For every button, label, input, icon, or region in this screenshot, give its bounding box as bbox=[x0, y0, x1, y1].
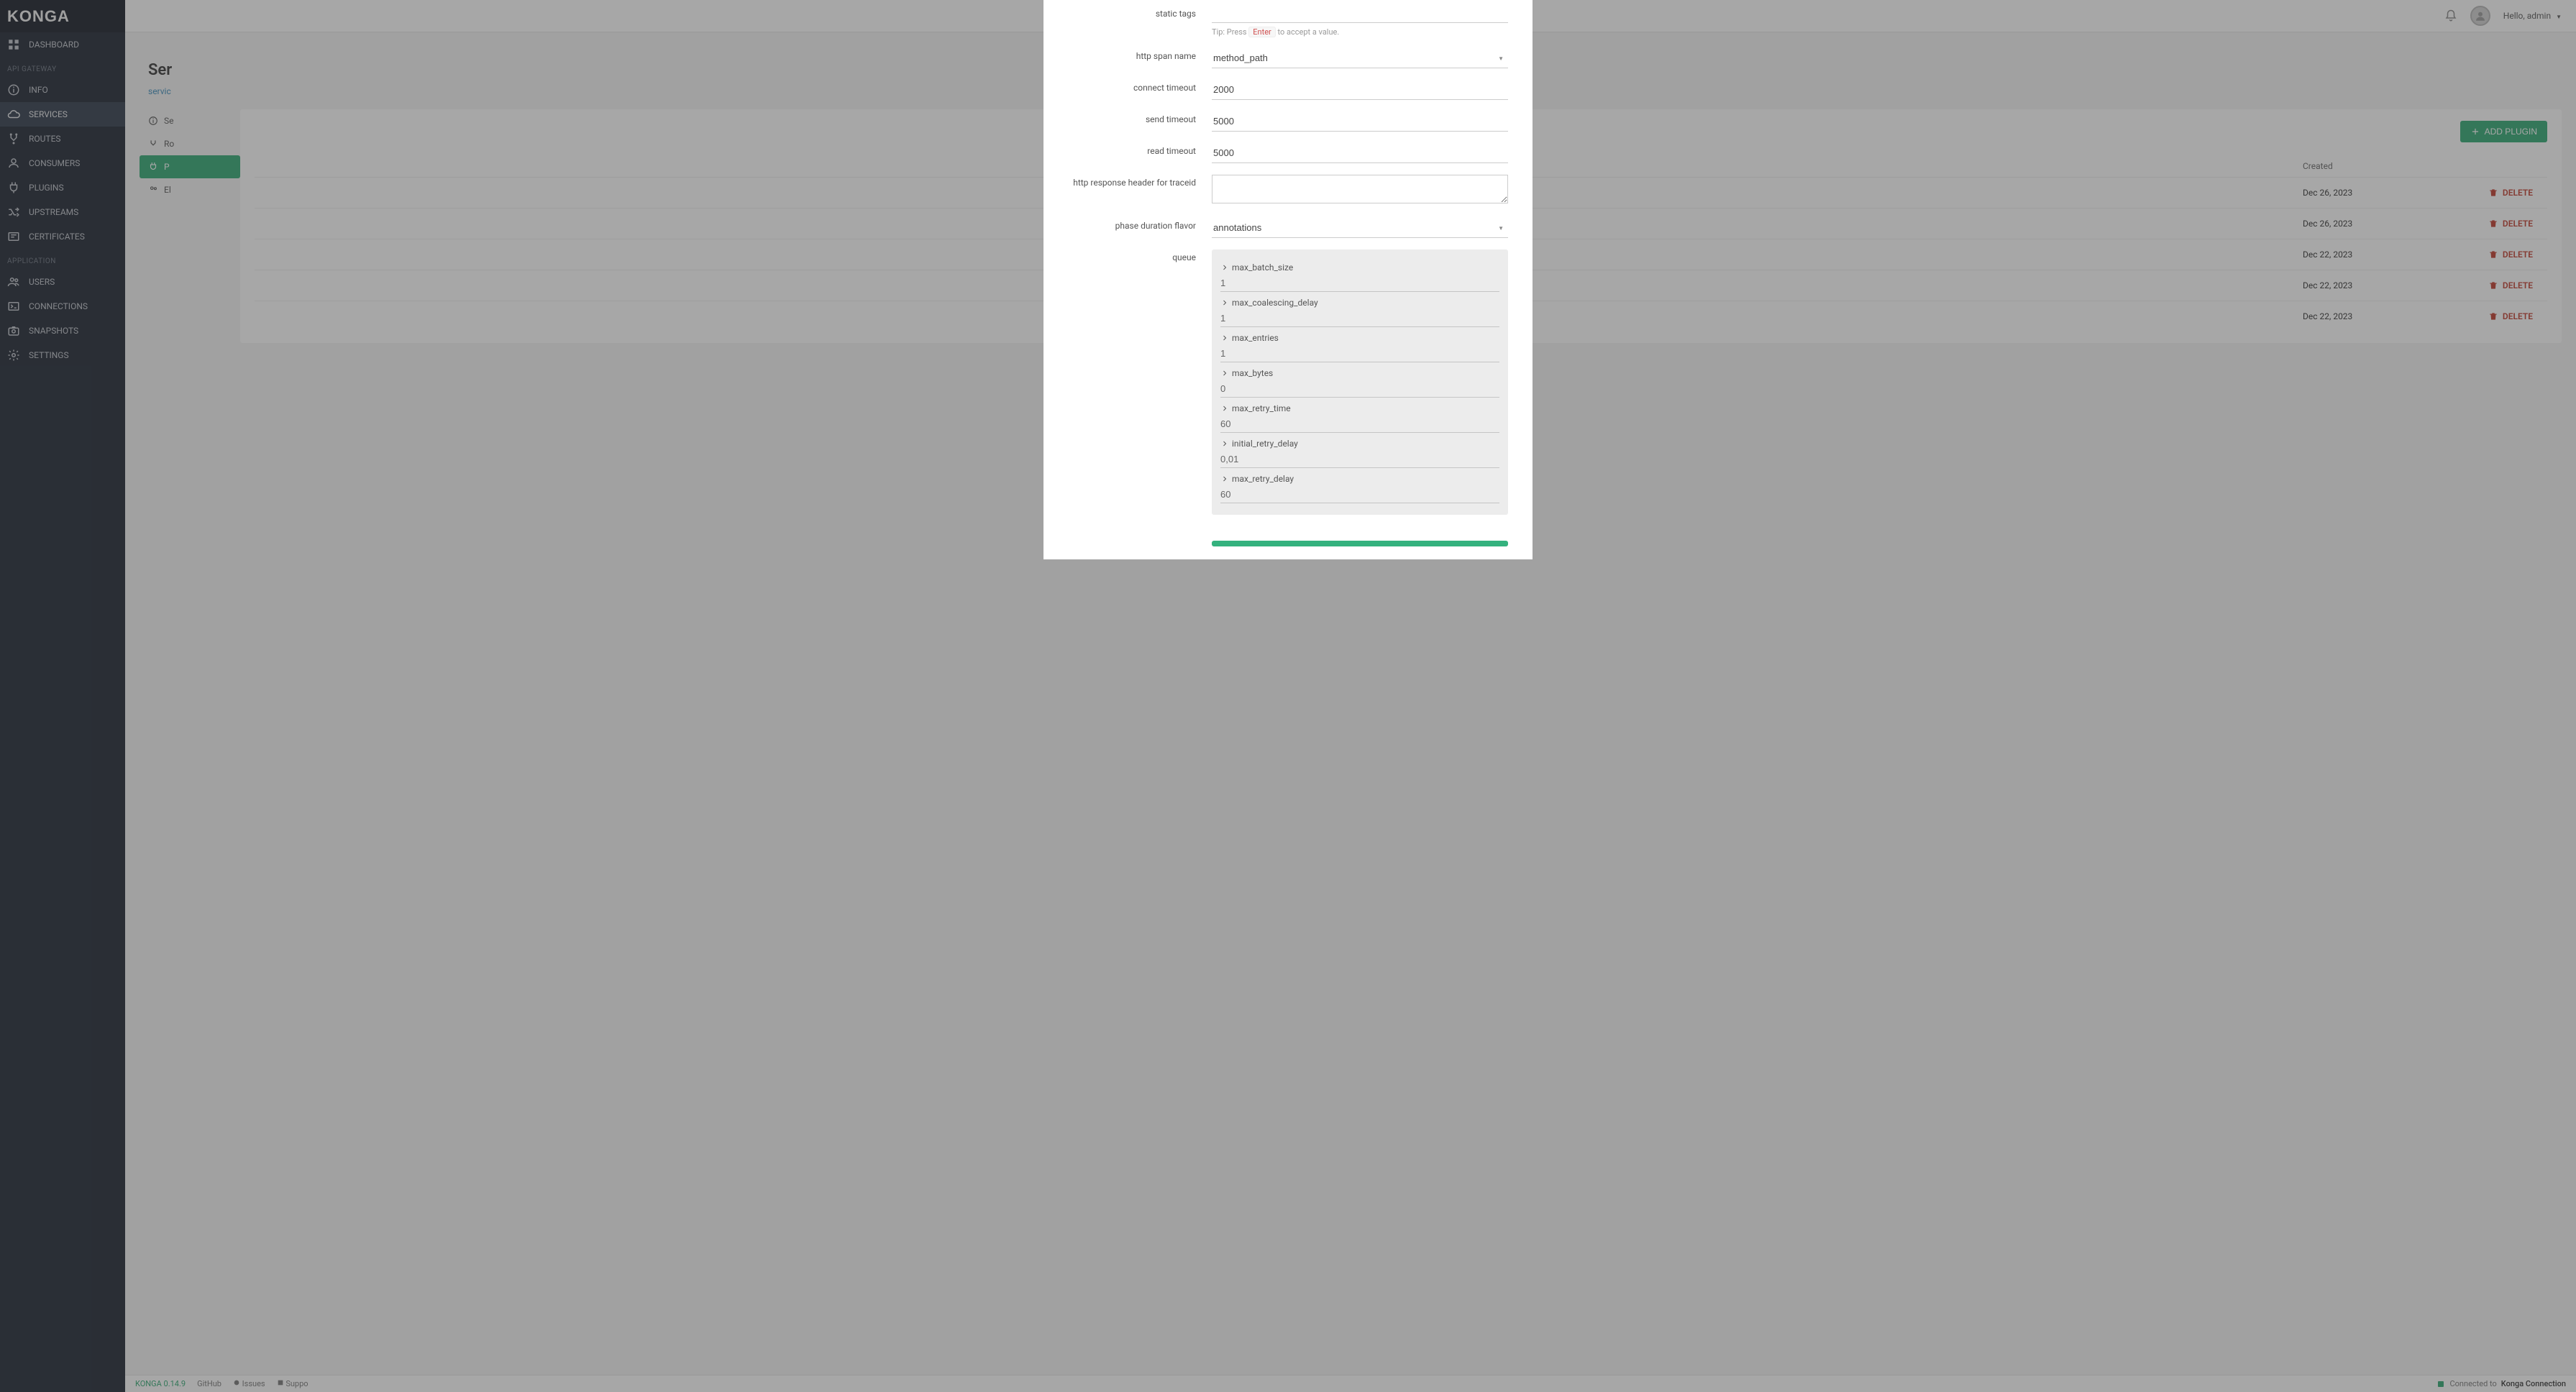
label-queue: queue bbox=[1068, 249, 1212, 262]
queue-item-header[interactable]: max_entries bbox=[1220, 327, 1499, 345]
queue-item-header[interactable]: initial_retry_delay bbox=[1220, 433, 1499, 451]
http-response-header-input[interactable] bbox=[1212, 175, 1508, 203]
queue-item-header[interactable]: max_coalescing_delay bbox=[1220, 292, 1499, 310]
queue-item-input[interactable] bbox=[1220, 486, 1499, 503]
queue-item-input[interactable] bbox=[1220, 310, 1499, 327]
label-send-timeout: send timeout bbox=[1068, 111, 1212, 124]
queue-item-input[interactable] bbox=[1220, 451, 1499, 468]
queue-item-name: max_bytes bbox=[1232, 368, 1273, 378]
label-connect-timeout: connect timeout bbox=[1068, 80, 1212, 93]
queue-item-header[interactable]: max_batch_size bbox=[1220, 257, 1499, 275]
chevron-right-icon bbox=[1220, 475, 1229, 483]
chevron-right-icon bbox=[1220, 334, 1229, 342]
chevron-right-icon bbox=[1220, 369, 1229, 377]
submit-button[interactable] bbox=[1212, 541, 1508, 546]
queue-item-name: max_coalescing_delay bbox=[1232, 298, 1318, 308]
queue-item-header[interactable]: max_retry_delay bbox=[1220, 468, 1499, 486]
queue-item-header[interactable]: max_retry_time bbox=[1220, 398, 1499, 416]
http-span-name-select[interactable]: method_path bbox=[1212, 48, 1508, 68]
queue-item-input[interactable] bbox=[1220, 345, 1499, 362]
queue-item-name: max_retry_delay bbox=[1232, 474, 1294, 484]
label-http-span-name: http span name bbox=[1068, 48, 1212, 61]
static-tags-input[interactable] bbox=[1212, 6, 1508, 23]
chevron-right-icon bbox=[1220, 263, 1229, 272]
static-tags-tip: Tip: Press Enter to accept a value. bbox=[1212, 27, 1508, 37]
chevron-right-icon bbox=[1220, 298, 1229, 307]
connect-timeout-input[interactable] bbox=[1212, 80, 1508, 100]
read-timeout-input[interactable] bbox=[1212, 143, 1508, 163]
queue-item-input[interactable] bbox=[1220, 380, 1499, 398]
label-static-tags: static tags bbox=[1068, 6, 1212, 19]
queue-item-input[interactable] bbox=[1220, 416, 1499, 433]
queue-item-name: max_batch_size bbox=[1232, 262, 1293, 273]
queue-box: max_batch_size max_coalescing_delay max_en… bbox=[1212, 249, 1508, 515]
queue-item-name: max_retry_time bbox=[1232, 403, 1291, 413]
queue-item-input[interactable] bbox=[1220, 275, 1499, 292]
chevron-right-icon bbox=[1220, 404, 1229, 413]
queue-item-name: max_entries bbox=[1232, 333, 1279, 343]
label-read-timeout: read timeout bbox=[1068, 143, 1212, 156]
phase-duration-flavor-select[interactable]: annotations bbox=[1212, 218, 1508, 238]
label-http-response-header: http response header for traceid bbox=[1068, 175, 1212, 188]
plugin-form-modal: static tags Tip: Press Enter to accept a… bbox=[1043, 0, 1533, 559]
queue-item-header[interactable]: max_bytes bbox=[1220, 362, 1499, 380]
send-timeout-input[interactable] bbox=[1212, 111, 1508, 132]
queue-item-name: initial_retry_delay bbox=[1232, 439, 1298, 449]
label-phase-duration-flavor: phase duration flavor bbox=[1068, 218, 1212, 231]
chevron-right-icon bbox=[1220, 439, 1229, 448]
